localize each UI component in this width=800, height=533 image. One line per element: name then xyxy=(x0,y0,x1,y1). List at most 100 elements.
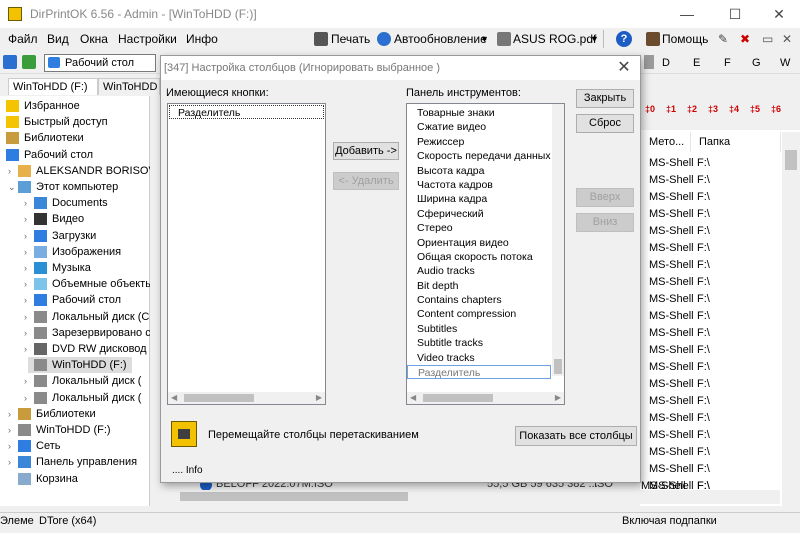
tree-item[interactable]: › Объемные объекты xyxy=(0,276,150,292)
toolbar-list-item[interactable]: Ширина кадра xyxy=(407,192,551,206)
tree-item[interactable]: › Библиотеки xyxy=(0,406,150,422)
tree-item[interactable]: ›WinToHDD (F:) xyxy=(28,357,132,374)
row-folder[interactable]: F:\ xyxy=(697,342,710,359)
drive-e-button[interactable]: E xyxy=(693,54,721,72)
filter-level-icon[interactable]: ‡6 xyxy=(771,104,791,118)
drive-w-button[interactable]: W xyxy=(780,54,800,72)
menu-settings[interactable]: Настройки xyxy=(118,31,177,47)
help-icon[interactable]: ? xyxy=(616,31,632,47)
toolbar-vscroll[interactable] xyxy=(552,104,564,376)
tree-item[interactable]: › Рабочий стол xyxy=(0,292,150,308)
menu-view[interactable]: Вид xyxy=(47,31,69,47)
row-method[interactable]: MS-Shell xyxy=(649,376,694,393)
row-folder[interactable]: F:\ xyxy=(697,376,710,393)
scrollbar-thumb[interactable] xyxy=(785,150,797,170)
chevron-right-icon[interactable]: › xyxy=(24,292,34,308)
chevron-right-icon[interactable]: › xyxy=(24,390,34,406)
row-method[interactable]: MS-Shell xyxy=(649,325,694,342)
chevron-right-icon[interactable]: › xyxy=(24,211,34,227)
chevron-right-icon[interactable]: › xyxy=(24,228,34,244)
menu-info[interactable]: Инфо xyxy=(186,31,218,47)
row-method[interactable]: MS-Shell xyxy=(649,291,694,308)
toolbar-list-item[interactable]: Скорость передачи данных xyxy=(407,149,551,163)
row-folder[interactable]: F:\ xyxy=(697,240,710,257)
donate-button[interactable]: Помощь xyxy=(662,31,708,47)
tree-item[interactable]: Корзина xyxy=(0,471,150,487)
row-folder[interactable]: F:\ xyxy=(697,257,710,274)
row-method[interactable]: MS-Shell xyxy=(649,189,694,206)
available-listbox[interactable]: Разделитель ◀ ▶ xyxy=(167,103,326,405)
chevron-right-icon[interactable]: › xyxy=(8,163,18,179)
autoupdate-button[interactable]: Автообновление xyxy=(394,31,487,47)
toolbar-list-item[interactable]: Contains chapters xyxy=(407,293,551,307)
row-folder[interactable]: F:\ xyxy=(697,427,710,444)
filter-level-icon[interactable]: ‡3 xyxy=(708,104,728,118)
row-method[interactable]: MS-Shell xyxy=(649,223,694,240)
reset-button[interactable]: Сброс xyxy=(576,114,634,133)
toolbar-list-item[interactable]: Subtitles xyxy=(407,322,551,336)
row-folder[interactable]: F:\ xyxy=(697,274,710,291)
move-up-button[interactable]: Вверх xyxy=(576,188,634,207)
chevron-right-icon[interactable]: › xyxy=(24,341,34,357)
row-folder[interactable]: F:\ xyxy=(697,325,710,342)
tree-item[interactable]: › Локальный диск ( xyxy=(0,373,150,389)
close-tab-icon[interactable]: ✖ xyxy=(740,31,750,47)
print-button[interactable]: Печать xyxy=(331,31,370,47)
scroll-left-icon[interactable]: ◀ xyxy=(171,393,177,402)
available-hscroll-thumb[interactable] xyxy=(184,394,254,402)
toolbar-list-item[interactable]: Разделитель xyxy=(407,365,551,380)
row-folder[interactable]: F:\ xyxy=(697,461,710,478)
menu-windows[interactable]: Окна xyxy=(80,31,108,47)
scroll-left-icon[interactable]: ◀ xyxy=(410,393,416,402)
vertical-scrollbar[interactable] xyxy=(782,132,800,506)
chevron-down-icon[interactable]: ▼ xyxy=(480,31,489,47)
toolbar-list-item[interactable]: Subtitle tracks xyxy=(407,336,551,350)
toolbar-list-item[interactable]: Сжатие видео xyxy=(407,120,551,134)
chevron-right-icon[interactable]: › xyxy=(24,373,34,389)
chevron-right-icon[interactable]: › xyxy=(8,454,18,470)
scroll-right-icon[interactable]: ▶ xyxy=(555,393,561,402)
toolbar-list-item[interactable]: Стерео xyxy=(407,221,551,235)
minimize-button[interactable]: — xyxy=(664,0,710,28)
tree-item[interactable]: › Панель управления xyxy=(0,454,150,470)
toolbar-list-item[interactable]: Audio tracks xyxy=(407,264,551,278)
chevron-right-icon[interactable]: › xyxy=(8,406,18,422)
row-folder[interactable]: F:\ xyxy=(697,393,710,410)
tree-item[interactable]: › Documents xyxy=(0,195,150,211)
filter-level-icon[interactable]: ‡0 xyxy=(645,104,665,118)
filter-level-icon[interactable]: ‡4 xyxy=(729,104,749,118)
row-method[interactable]: MS-Shell xyxy=(649,257,694,274)
maximize-button[interactable]: ☐ xyxy=(712,0,758,28)
hscroll-thumb[interactable] xyxy=(180,492,408,501)
tree-item[interactable]: Рабочий стол xyxy=(0,147,150,163)
dialog-close-button[interactable]: ✕ xyxy=(614,56,634,80)
filter-level-icon[interactable]: ‡2 xyxy=(687,104,707,118)
info-link[interactable]: .... Info xyxy=(172,465,203,476)
row-folder[interactable]: F:\ xyxy=(697,206,710,223)
row-method[interactable]: MS-Shell xyxy=(649,444,694,461)
tree-item[interactable]: Избранное xyxy=(0,98,150,114)
row-folder[interactable]: F:\ xyxy=(697,444,710,461)
chevron-right-icon[interactable]: › xyxy=(24,309,34,325)
chevron-right-icon[interactable]: › xyxy=(24,260,34,276)
tree-item[interactable]: › DVD RW дисковод xyxy=(0,341,150,357)
row-method[interactable]: MS-Shell xyxy=(649,410,694,427)
row-method[interactable]: MS-Shell xyxy=(649,172,694,189)
tree-item[interactable]: › Локальный диск (C:) xyxy=(0,309,150,325)
column-header-method[interactable]: Мето... xyxy=(641,132,691,152)
up-folder-icon[interactable] xyxy=(22,55,36,69)
drive-g-button[interactable]: G xyxy=(752,54,780,72)
folder-tree[interactable]: Избранное Быстрый доступ Библиотеки Рабочий… xyxy=(0,96,150,506)
move-down-button[interactable]: Вниз xyxy=(576,213,634,232)
close-button[interactable]: ✕ xyxy=(756,0,800,28)
row-method[interactable]: MS-Shell xyxy=(649,155,694,172)
toolbar-list-item[interactable]: Сферический xyxy=(407,207,551,221)
toolbar-hscroll-thumb[interactable] xyxy=(423,394,493,402)
close-dialog-button[interactable]: Закрыть xyxy=(576,89,634,108)
row-method[interactable]: MS-Shell xyxy=(649,393,694,410)
toolbar-listbox[interactable]: Товарные знаки Сжатие видео Режиссер Скорос… xyxy=(406,103,565,405)
toolbar-list-item[interactable]: Bit depth xyxy=(407,279,551,293)
toolbar-hscroll[interactable]: ◀ ▶ xyxy=(407,392,564,404)
chevron-right-icon[interactable]: › xyxy=(8,422,18,438)
row-folder[interactable]: F:\ xyxy=(697,308,710,325)
